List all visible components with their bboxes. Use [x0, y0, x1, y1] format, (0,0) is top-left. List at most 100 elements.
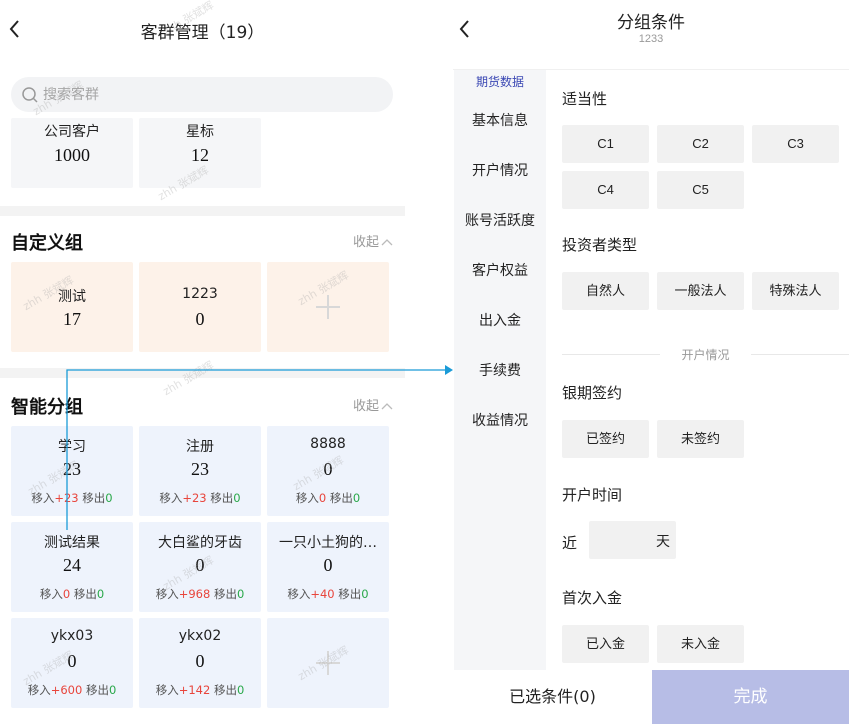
sidebar-item-earnings[interactable]: 收益情况 [454, 410, 546, 430]
days-input[interactable] [589, 521, 649, 559]
option-c5[interactable]: C5 [657, 171, 744, 209]
move-stats: 移入+40 移出0 [287, 587, 369, 601]
first-deposit-label: 首次入金 [562, 589, 623, 607]
move-stats: 移入0 移出0 [39, 587, 105, 601]
group-card-count: 0 [323, 459, 333, 479]
smart-groups-collapse-button[interactable]: 收起 [353, 395, 393, 414]
group-card-name: ykx03 [50, 628, 94, 644]
option-natural-person[interactable]: 自然人 [562, 272, 649, 310]
move-stats: 移入+600 移出0 [27, 683, 117, 697]
search-input[interactable] [43, 77, 373, 112]
group-card-count: 0 [323, 555, 333, 575]
chevron-up-icon [381, 238, 393, 245]
left-header: 客群管理（19） [0, 0, 405, 60]
chevron-up-icon [381, 402, 393, 409]
group-card-name: 星标 [186, 124, 214, 140]
move-out-value: 0 [96, 587, 105, 601]
move-in-value: +40 [310, 587, 335, 601]
collapse-label: 收起 [352, 399, 379, 414]
move-out-value: 0 [361, 587, 369, 601]
option-deposited[interactable]: 已入金 [562, 625, 649, 663]
group-card-count: 12 [191, 145, 209, 165]
group-card-name: 一只小土狗的… [279, 535, 377, 551]
move-out-value: 0 [233, 491, 241, 505]
collapse-label: 收起 [352, 235, 379, 250]
move-stats: 移入+142 移出0 [155, 683, 245, 697]
group-card-custom[interactable]: 1223 0 [139, 262, 261, 352]
done-button[interactable]: 完成 [652, 670, 849, 724]
group-card-company-clients[interactable]: 公司客户 1000 [11, 118, 133, 188]
selected-conditions-button[interactable]: 已选条件(0) [453, 670, 652, 724]
group-card-name: 公司客户 [44, 124, 100, 140]
smart-group-card[interactable]: 注册 23 移入+23 移出0 [139, 426, 261, 516]
move-stats: 移入0 移出0 [295, 491, 361, 505]
move-out-value: 0 [236, 587, 245, 601]
group-card-name: 测试结果 [44, 535, 100, 551]
group-card-count: 17 [63, 309, 81, 329]
sidebar-item-account-activity[interactable]: 账号活跃度 [454, 210, 546, 230]
move-stats: 移入+23 移出0 [31, 491, 113, 505]
section-divider [0, 368, 405, 378]
option-c3[interactable]: C3 [752, 125, 839, 163]
add-custom-group-button[interactable] [267, 262, 389, 352]
option-general-legal-person[interactable]: 一般法人 [657, 272, 744, 310]
smart-group-card[interactable]: 一只小土狗的… 0 移入+40 移出0 [267, 522, 389, 612]
custom-groups-collapse-button[interactable]: 收起 [353, 231, 393, 250]
group-card-name: ykx02 [178, 628, 222, 644]
smart-group-card[interactable]: ykx03 0 移入+600 移出0 [11, 618, 133, 708]
move-in-value: +23 [182, 491, 207, 505]
sidebar-item-deposits[interactable]: 出入金 [454, 310, 546, 330]
open-time-days-field[interactable]: 天 [589, 521, 676, 559]
group-card-name: 大白鲨的牙齿 [158, 535, 242, 551]
group-card-name: 注册 [186, 439, 214, 455]
right-header: 分组条件 1233 [453, 0, 849, 70]
plus-icon [316, 651, 340, 675]
group-management-panel: 客群管理（19） 公司客户 1000 星标 12 自定义组 收起 测试 17 1… [0, 0, 405, 724]
option-c1[interactable]: C1 [562, 125, 649, 163]
sidebar-item-fees[interactable]: 手续费 [454, 360, 546, 380]
option-not-deposited[interactable]: 未入金 [657, 625, 744, 663]
group-card-count: 23 [191, 459, 209, 479]
add-smart-group-button[interactable] [267, 618, 389, 708]
move-in-value: +142 [178, 683, 211, 697]
group-card-starred[interactable]: 星标 12 [139, 118, 261, 188]
move-out-value: 0 [352, 491, 361, 505]
sidebar-item-basic-info[interactable]: 基本信息 [454, 110, 546, 130]
option-c2[interactable]: C2 [657, 125, 744, 163]
group-card-count: 0 [67, 651, 77, 671]
group-card-custom[interactable]: 测试 17 [11, 262, 133, 352]
group-card-count: 0 [195, 309, 205, 329]
move-in-value: 0 [62, 587, 71, 601]
days-unit: 天 [656, 534, 670, 550]
smart-group-card[interactable]: 8888 0 移入0 移出0 [267, 426, 389, 516]
option-signed[interactable]: 已签约 [562, 420, 649, 458]
section-separator: 开户情况 [562, 348, 849, 362]
smart-group-card[interactable]: 大白鲨的牙齿 0 移入+968 移出0 [139, 522, 261, 612]
group-card-name: 8888 [310, 436, 346, 452]
bank-sign-label: 银期签约 [562, 384, 623, 402]
group-card-count: 23 [63, 459, 81, 479]
open-time-prefix: 近 [562, 534, 578, 552]
move-out-value: 0 [105, 491, 113, 505]
option-c4[interactable]: C4 [562, 171, 649, 209]
search-bar[interactable] [11, 77, 393, 112]
option-unsigned[interactable]: 未签约 [657, 420, 744, 458]
page-title: 分组条件 [617, 13, 685, 33]
sidebar-item-futures-data[interactable]: 期货数据 [454, 73, 546, 90]
sidebar-item-client-equity[interactable]: 客户权益 [454, 260, 546, 280]
section-divider [0, 206, 405, 216]
smart-group-card[interactable]: 学习 23 移入+23 移出0 [11, 426, 133, 516]
conditions-content: 适当性 C1 C2 C3 C4 C5 投资者类型 自然人 一般法人 特殊法人 开… [562, 70, 849, 670]
suitability-label: 适当性 [562, 90, 608, 108]
page-title: 客群管理（19） [140, 23, 265, 43]
investor-type-label: 投资者类型 [562, 236, 638, 254]
group-card-name: 学习 [58, 439, 86, 455]
group-card-count: 0 [195, 651, 205, 671]
smart-group-card[interactable]: 测试结果 24 移入0 移出0 [11, 522, 133, 612]
search-icon [22, 87, 38, 103]
option-special-legal-person[interactable]: 特殊法人 [752, 272, 839, 310]
group-card-name: 1223 [182, 286, 218, 302]
smart-group-card[interactable]: ykx02 0 移入+142 移出0 [139, 618, 261, 708]
category-sidebar: 期货数据 基本信息 开户情况 账号活跃度 客户权益 出入金 手续费 收益情况 [454, 70, 546, 670]
sidebar-item-account-opening[interactable]: 开户情况 [454, 160, 546, 180]
